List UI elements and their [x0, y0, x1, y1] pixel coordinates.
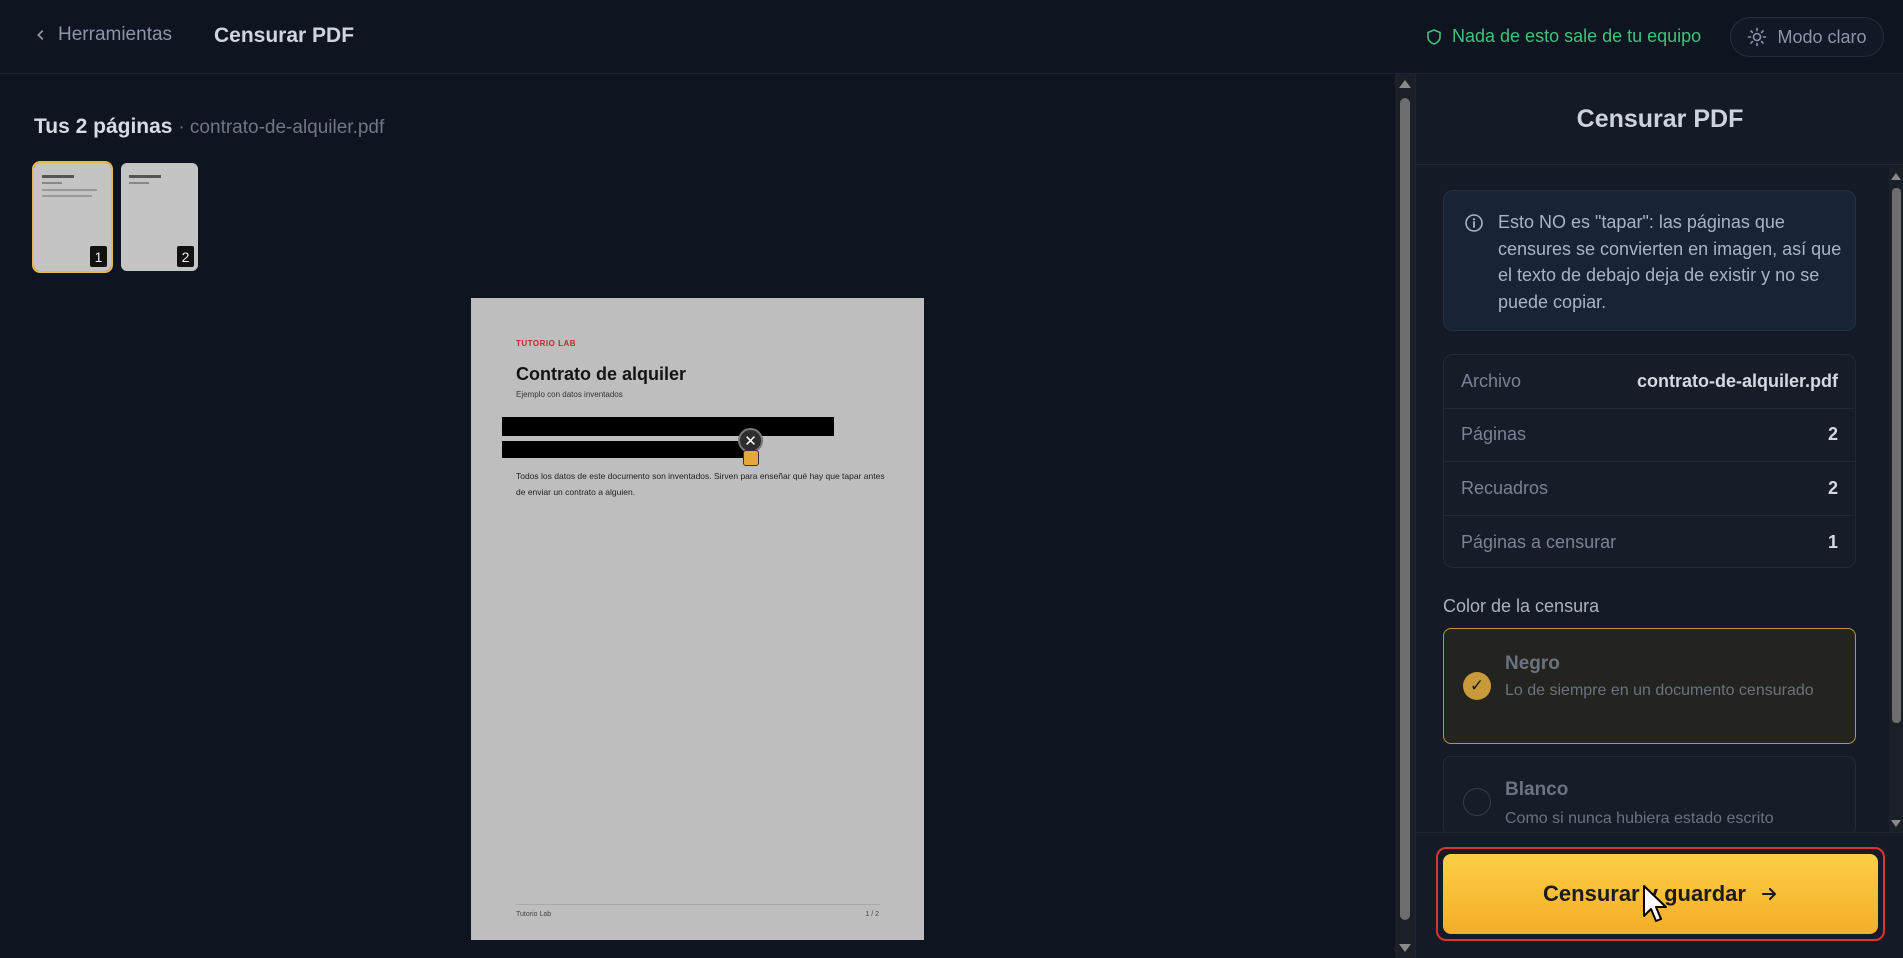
redaction-box[interactable]	[502, 441, 756, 458]
info-callout: Esto NO es "tapar": las páginas que cens…	[1443, 190, 1856, 331]
shield-icon	[1427, 28, 1441, 45]
mouse-cursor-icon	[1643, 885, 1667, 922]
scroll-down-icon[interactable]	[1399, 944, 1411, 952]
theme-toggle-button[interactable]: Modo claro	[1730, 17, 1884, 57]
back-link-label: Herramientas	[58, 24, 173, 45]
back-link[interactable]: Herramientas	[34, 24, 172, 46]
pages-filename: · contrato-de-alquiler.pdf	[178, 117, 385, 138]
thumbnail-number: 2	[177, 246, 194, 267]
pages-count: Tus 2 páginas	[34, 115, 173, 138]
pages-heading: Tus 2 páginas · contrato-de-alquiler.pdf	[34, 115, 384, 139]
file-summary: Archivo contrato-de-alquiler.pdf Páginas…	[1443, 354, 1856, 568]
radio-icon	[1463, 788, 1491, 816]
color-option-name: Negro	[1505, 653, 1560, 674]
arrow-right-icon	[1761, 888, 1776, 900]
color-section-label: Color de la censura	[1443, 596, 1600, 616]
scroll-up-icon[interactable]	[1399, 80, 1411, 88]
thumbnail-number: 1	[90, 246, 107, 267]
summary-value: 2	[1827, 477, 1838, 498]
summary-row-pages-to-redact: Páginas a censurar 1	[1444, 516, 1855, 570]
summary-row-file: Archivo contrato-de-alquiler.pdf	[1444, 355, 1855, 409]
document-brand: TUTORIO LAB	[516, 339, 577, 348]
summary-value: 2	[1827, 424, 1838, 445]
summary-key: Páginas a censurar	[1461, 531, 1617, 552]
color-option-description: Lo de siempre en un documento censurado	[1505, 682, 1814, 699]
document-title: Contrato de alquiler	[516, 364, 687, 384]
summary-row-boxes: Recuadros 2	[1444, 462, 1855, 516]
document-body: Todos los datos de este documento son in…	[516, 471, 885, 497]
summary-key: Archivo	[1461, 370, 1522, 391]
panel-scrollbar[interactable]	[1889, 168, 1903, 832]
summary-value: 1	[1827, 531, 1838, 552]
privacy-note: Nada de esto sale de tu equipo	[1426, 26, 1701, 47]
document-preview[interactable]: TUTORIO LAB Contrato de alquiler Ejemplo…	[471, 298, 924, 940]
color-option-name: Blanco	[1505, 779, 1569, 800]
settings-panel: Censurar PDF Esto NO es "tapar": las pág…	[1415, 74, 1903, 958]
document-subtitle: Ejemplo con datos inventados	[516, 390, 623, 399]
page-thumbnail-2[interactable]: 2	[121, 163, 198, 271]
chevron-left-icon	[37, 30, 44, 40]
document-footer-divider	[516, 904, 880, 905]
top-bar: Herramientas Censurar PDF Nada de esto s…	[0, 0, 1903, 74]
document-page-indicator: 1 / 2	[865, 911, 879, 918]
color-option-description: Como si nunca hubiera estado escrito	[1505, 810, 1774, 827]
info-text: Esto NO es "tapar": las páginas que cens…	[1498, 212, 1842, 312]
summary-key: Páginas	[1461, 424, 1527, 445]
page-thumbnail-1[interactable]: 1	[32, 161, 113, 273]
sun-icon	[1748, 27, 1767, 47]
scrollbar-thumb[interactable]	[1892, 188, 1901, 723]
summary-value: contrato-de-alquiler.pdf	[1636, 370, 1838, 391]
info-icon	[1465, 214, 1483, 232]
scroll-up-icon[interactable]	[1891, 173, 1901, 180]
check-icon: ✓	[1463, 672, 1491, 700]
main-scrollbar[interactable]	[1395, 74, 1415, 958]
color-option-white[interactable]: Blanco Como si nunca hubiera estado escr…	[1443, 756, 1856, 836]
theme-toggle-label: Modo claro	[1777, 26, 1867, 47]
summary-row-pages: Páginas 2	[1444, 409, 1855, 462]
document-footer-left: Tutorio Lab	[516, 911, 552, 918]
resize-handle[interactable]	[743, 450, 759, 466]
scrollbar-thumb[interactable]	[1400, 98, 1410, 920]
page-title: Censurar PDF	[214, 24, 355, 47]
summary-key: Recuadros	[1461, 477, 1549, 498]
panel-title: Censurar PDF	[1416, 74, 1903, 165]
redaction-box[interactable]	[502, 417, 834, 436]
scroll-down-icon[interactable]	[1891, 820, 1901, 827]
privacy-note-text: Nada de esto sale de tu equipo	[1452, 26, 1702, 46]
color-option-black[interactable]: ✓ Negro Lo de siempre en un documento ce…	[1443, 628, 1856, 744]
